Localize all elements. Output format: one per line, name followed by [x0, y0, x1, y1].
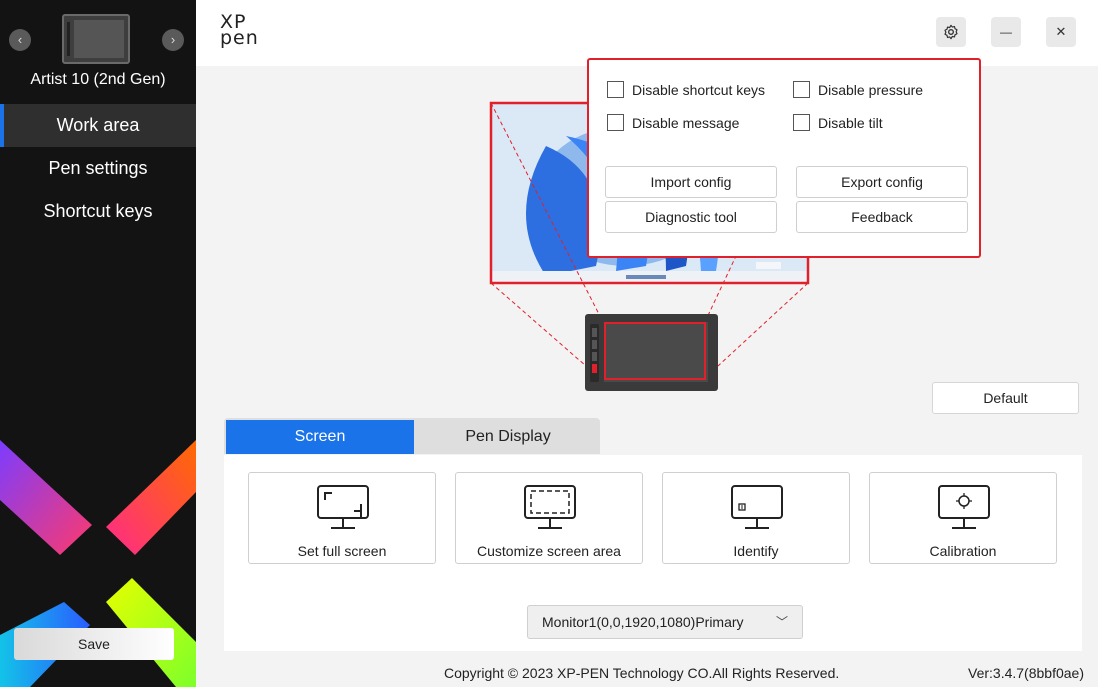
chevron-left-icon: ‹: [17, 32, 23, 47]
full-screen-monitor-icon: [317, 485, 369, 529]
disable-shortcut-keys-checkbox[interactable]: Disable shortcut keys: [607, 81, 765, 98]
footer: Copyright © 2023 XP-PEN Technology CO.Al…: [196, 651, 1098, 687]
identify-button[interactable]: Identify: [662, 472, 850, 564]
sidebar-item-work-area[interactable]: Work area: [0, 104, 196, 147]
close-icon: ✕: [1055, 24, 1067, 39]
side-menu: Work area Pen settings Shortcut keys: [0, 104, 196, 233]
checkbox-label: Disable shortcut keys: [632, 81, 766, 98]
calibration-monitor-icon: [938, 485, 990, 529]
sidebar: ‹ › Artist 10 (2nd Gen) Work area Pen se…: [0, 0, 196, 687]
next-device-button[interactable]: ›: [162, 29, 184, 51]
disable-tilt-checkbox[interactable]: Disable tilt: [793, 114, 883, 131]
feedback-button[interactable]: Feedback: [796, 201, 968, 233]
header: XP pen — ✕: [196, 0, 1098, 66]
checkbox-box[interactable]: [793, 81, 810, 98]
default-button[interactable]: Default: [932, 382, 1079, 414]
sidebar-item-shortcut-keys[interactable]: Shortcut keys: [0, 190, 196, 233]
checkbox-label: Disable pressure: [818, 81, 924, 98]
checkbox-label: Disable tilt: [818, 114, 883, 131]
minimize-icon: —: [1000, 25, 1012, 39]
close-button[interactable]: ✕: [1046, 17, 1076, 47]
logo-line-2: pen: [220, 27, 259, 49]
diagnostic-tool-button[interactable]: Diagnostic tool: [605, 201, 777, 233]
tablet-preview: [585, 314, 718, 391]
device-name: Artist 10 (2nd Gen): [30, 71, 166, 88]
card-label: Customize screen area: [477, 543, 621, 559]
chevron-down-icon: ﹀: [775, 615, 788, 629]
device-thumbnail: [62, 14, 130, 64]
disable-pressure-checkbox[interactable]: Disable pressure: [793, 81, 923, 98]
card-label: Calibration: [929, 543, 997, 559]
customize-screen-area-button[interactable]: Customize screen area: [455, 472, 643, 564]
settings-button[interactable]: [936, 17, 966, 47]
checkbox-box[interactable]: [793, 114, 810, 131]
version-text: Ver:3.4.7(8bbf0ae): [968, 665, 1084, 681]
gear-icon: [944, 24, 958, 40]
checkbox-box[interactable]: [607, 81, 624, 98]
card-label: Identify: [733, 543, 779, 559]
card-label: Set full screen: [297, 543, 387, 559]
minimize-button[interactable]: —: [991, 17, 1021, 47]
identify-monitor-icon: [731, 485, 783, 529]
tab-bar: Screen Pen Display: [224, 418, 600, 454]
export-config-button[interactable]: Export config: [796, 166, 968, 198]
disable-message-checkbox[interactable]: Disable message: [607, 114, 739, 131]
monitor-select-value: Monitor1(0,0,1920,1080)Primary: [542, 614, 744, 630]
import-config-button[interactable]: Import config: [605, 166, 777, 198]
xppen-logo: XP pen: [220, 13, 259, 49]
set-full-screen-button[interactable]: Set full screen: [248, 472, 436, 564]
monitor-select[interactable]: Monitor1(0,0,1920,1080)Primary ﹀: [527, 605, 803, 639]
checkbox-box[interactable]: [607, 114, 624, 131]
custom-area-monitor-icon: [524, 485, 576, 529]
tab-pen-display[interactable]: Pen Display: [420, 420, 596, 454]
settings-popup: Disable shortcut keys Disable pressure D…: [587, 58, 981, 258]
prev-device-button[interactable]: ‹: [9, 29, 31, 51]
sidebar-item-pen-settings[interactable]: Pen settings: [0, 147, 196, 190]
save-button[interactable]: Save: [14, 628, 174, 660]
calibration-button[interactable]: Calibration: [869, 472, 1057, 564]
tab-screen[interactable]: Screen: [226, 420, 414, 454]
chevron-right-icon: ›: [170, 32, 176, 47]
copyright-text: Copyright © 2023 XP-PEN Technology CO.Al…: [444, 665, 840, 681]
checkbox-label: Disable message: [632, 114, 740, 131]
